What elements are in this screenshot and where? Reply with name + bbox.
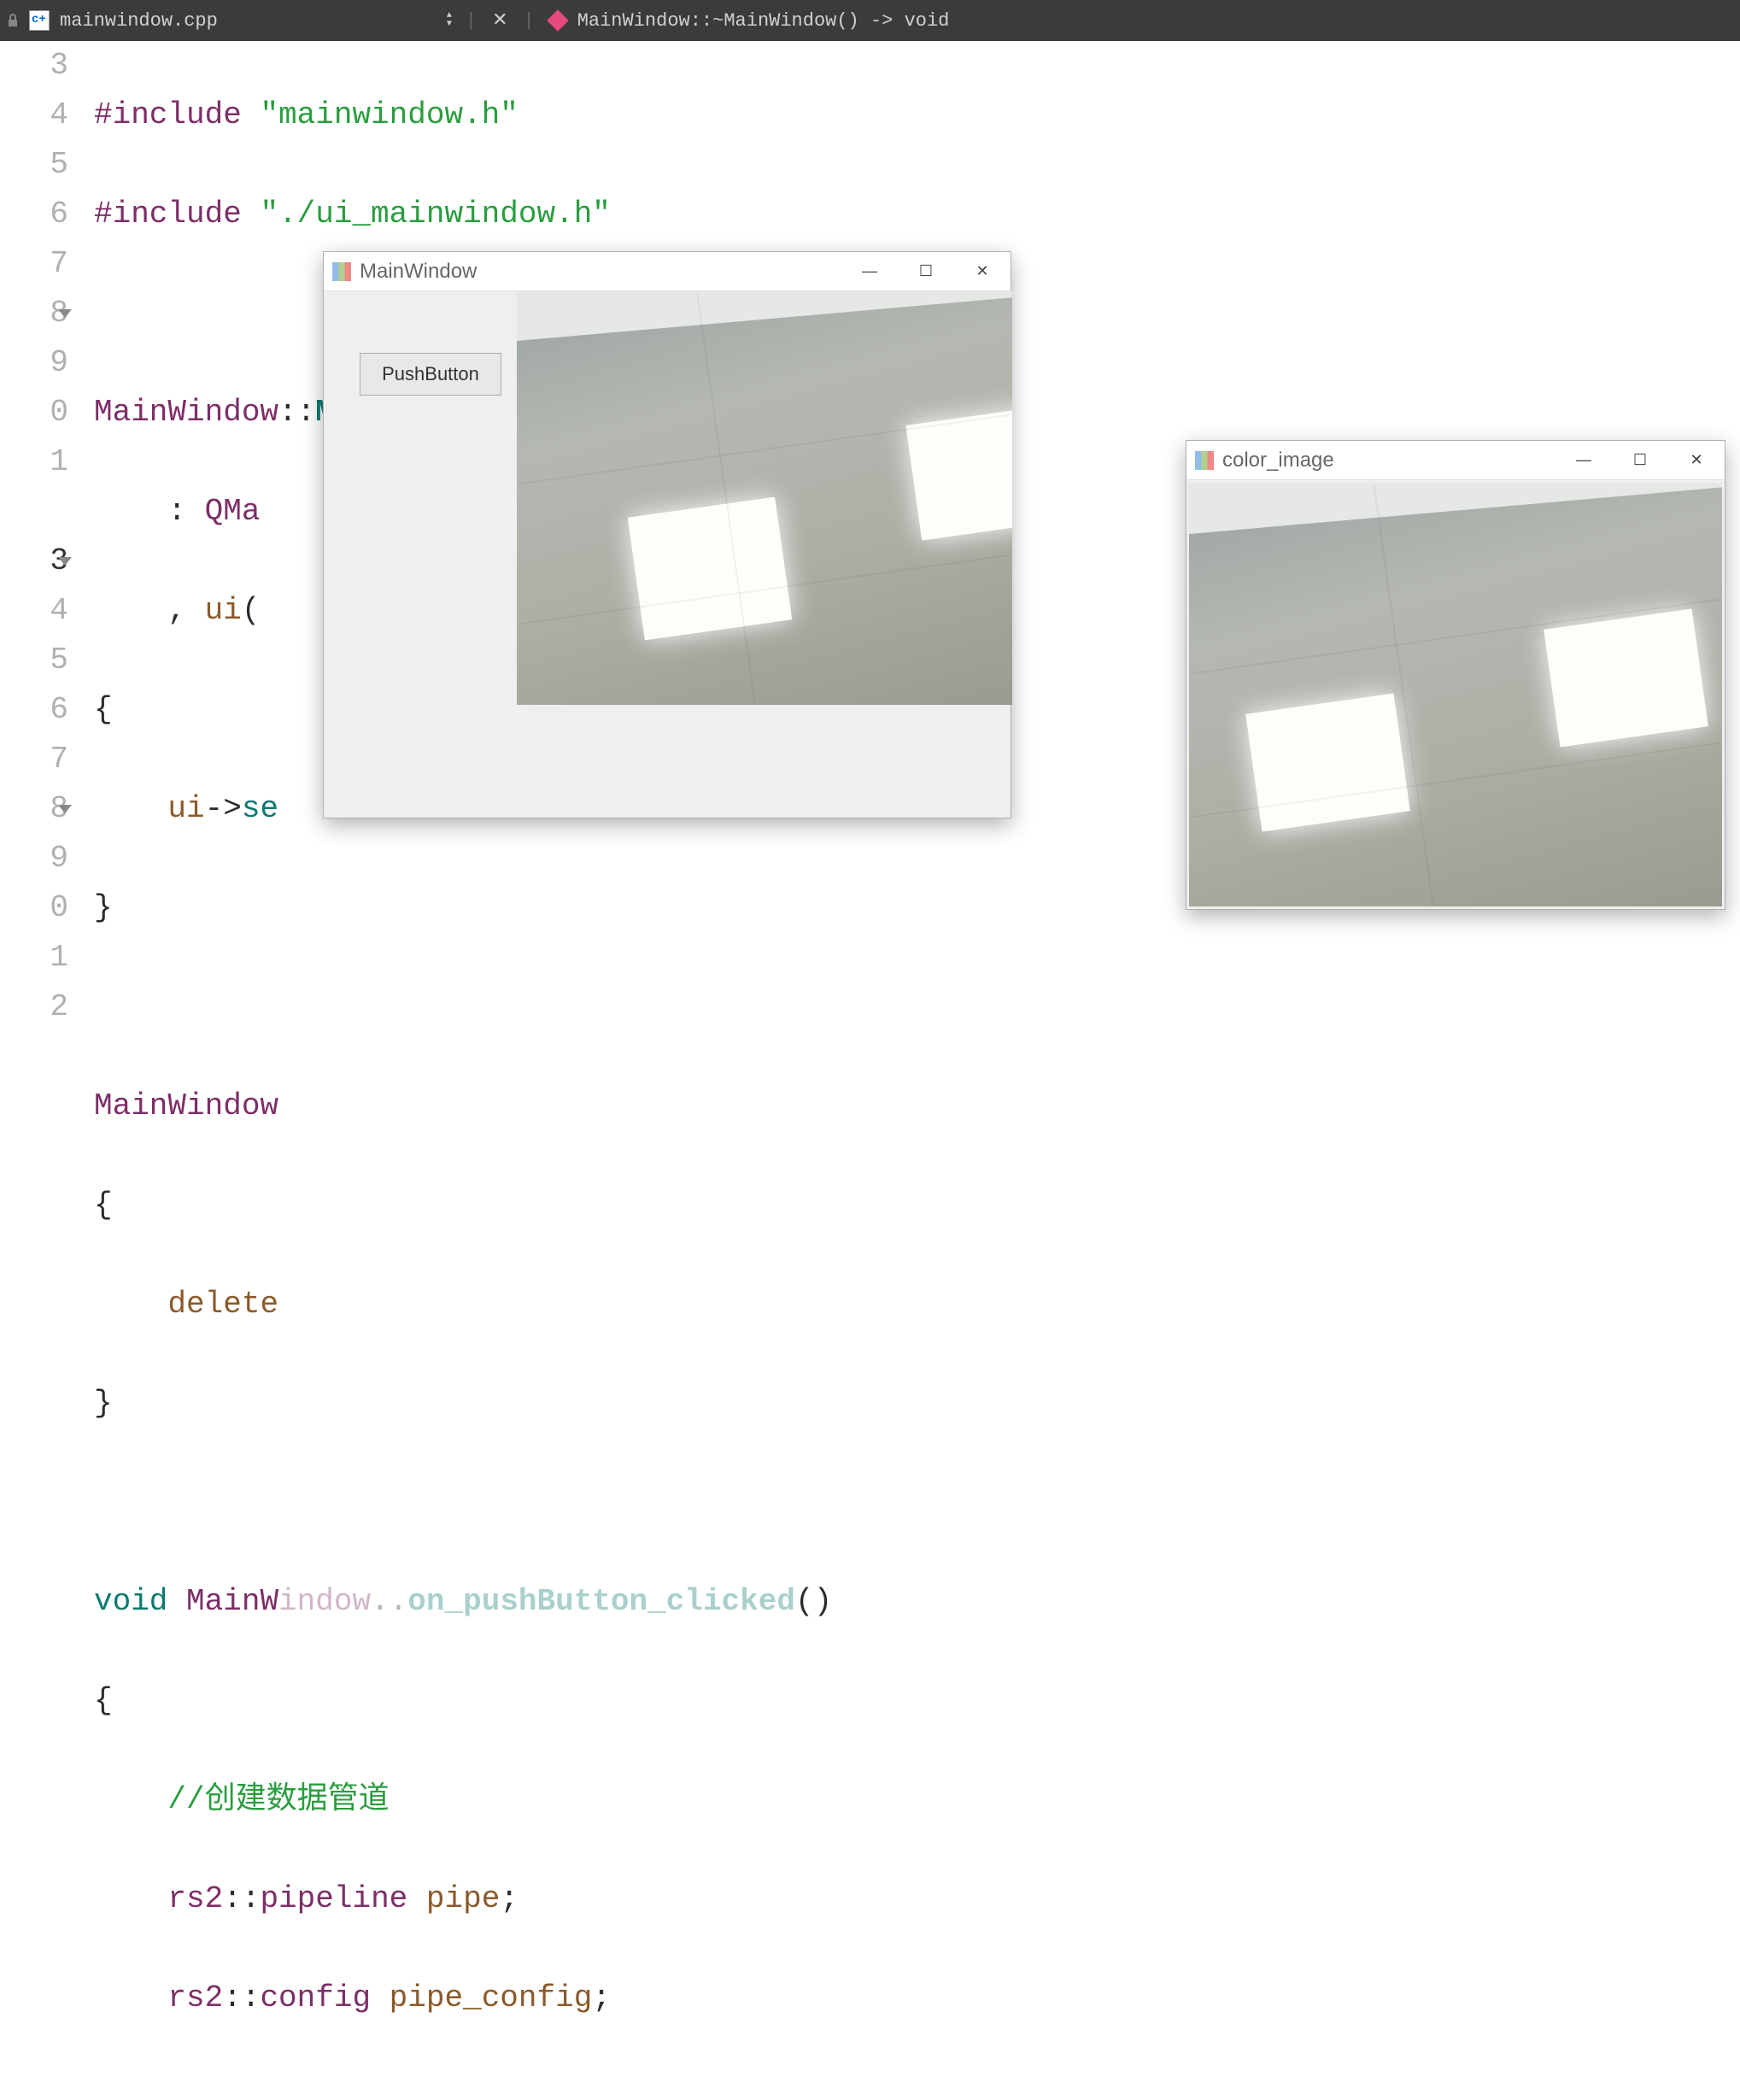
window-title: MainWindow (360, 260, 841, 284)
window-title: color_image (1222, 449, 1555, 472)
symbol-breadcrumb[interactable]: MainWindow::~MainWindow() -> void (577, 10, 950, 32)
line-number: 0 (0, 388, 68, 437)
line-number: 1 (0, 933, 68, 983)
camera-preview-image (517, 291, 1012, 705)
method-icon (547, 9, 568, 31)
titlebar[interactable]: color_image — ☐ ✕ (1186, 441, 1725, 480)
fold-icon[interactable] (58, 557, 72, 566)
opencv-app-icon (1195, 451, 1214, 470)
close-tab-icon[interactable]: ✕ (492, 9, 507, 32)
window-client-area (1186, 480, 1725, 909)
camera-color-image (1189, 483, 1722, 906)
line-number: 0 (0, 883, 68, 933)
line-number-gutter: 3 4 5 6 7 8 9 0 1 3 4 5 6 7 8 9 0 1 2 (0, 41, 82, 1050)
line-number: 5 (0, 140, 68, 190)
line-number: 3 (0, 41, 68, 91)
fold-icon[interactable] (58, 805, 72, 813)
line-number: 2 (0, 983, 68, 1032)
fold-icon[interactable] (58, 309, 72, 318)
close-button[interactable]: ✕ (954, 252, 1011, 290)
line-number: 3 (0, 537, 68, 586)
close-button[interactable]: ✕ (1668, 441, 1725, 479)
color-image-dialog[interactable]: color_image — ☐ ✕ (1186, 440, 1725, 910)
updown-icon[interactable]: ▲▼ (447, 12, 452, 29)
push-button[interactable]: PushButton (360, 353, 501, 396)
window-client-area: PushButton (324, 291, 1011, 818)
qt-app-icon (332, 262, 351, 281)
line-number: 9 (0, 338, 68, 388)
line-number: 6 (0, 685, 68, 735)
lock-icon (5, 13, 21, 28)
line-number: 6 (0, 190, 68, 239)
separator: | (466, 10, 477, 32)
line-number: 4 (0, 586, 68, 636)
line-number: 8 (0, 784, 68, 834)
maximize-button[interactable]: ☐ (1612, 441, 1668, 479)
separator: | (524, 10, 535, 32)
titlebar[interactable]: MainWindow — ☐ ✕ (324, 252, 1011, 291)
line-number: 8 (0, 289, 68, 338)
minimize-button[interactable]: — (841, 252, 898, 290)
line-number (0, 487, 68, 537)
line-number: 7 (0, 239, 68, 289)
line-number: 7 (0, 735, 68, 784)
maximize-button[interactable]: ☐ (898, 252, 954, 290)
line-number: 4 (0, 91, 68, 140)
editor-filename[interactable]: mainwindow.cpp (60, 10, 218, 32)
line-number: 9 (0, 834, 68, 883)
line-number: 5 (0, 636, 68, 685)
line-number: 1 (0, 437, 68, 487)
mainwindow-dialog[interactable]: MainWindow — ☐ ✕ PushButton (323, 251, 1011, 818)
minimize-button[interactable]: — (1555, 441, 1612, 479)
ide-toolbar: mainwindow.cpp ▲▼ | ✕ | MainWindow::~Mai… (0, 0, 1740, 41)
cpp-file-icon (29, 10, 50, 31)
